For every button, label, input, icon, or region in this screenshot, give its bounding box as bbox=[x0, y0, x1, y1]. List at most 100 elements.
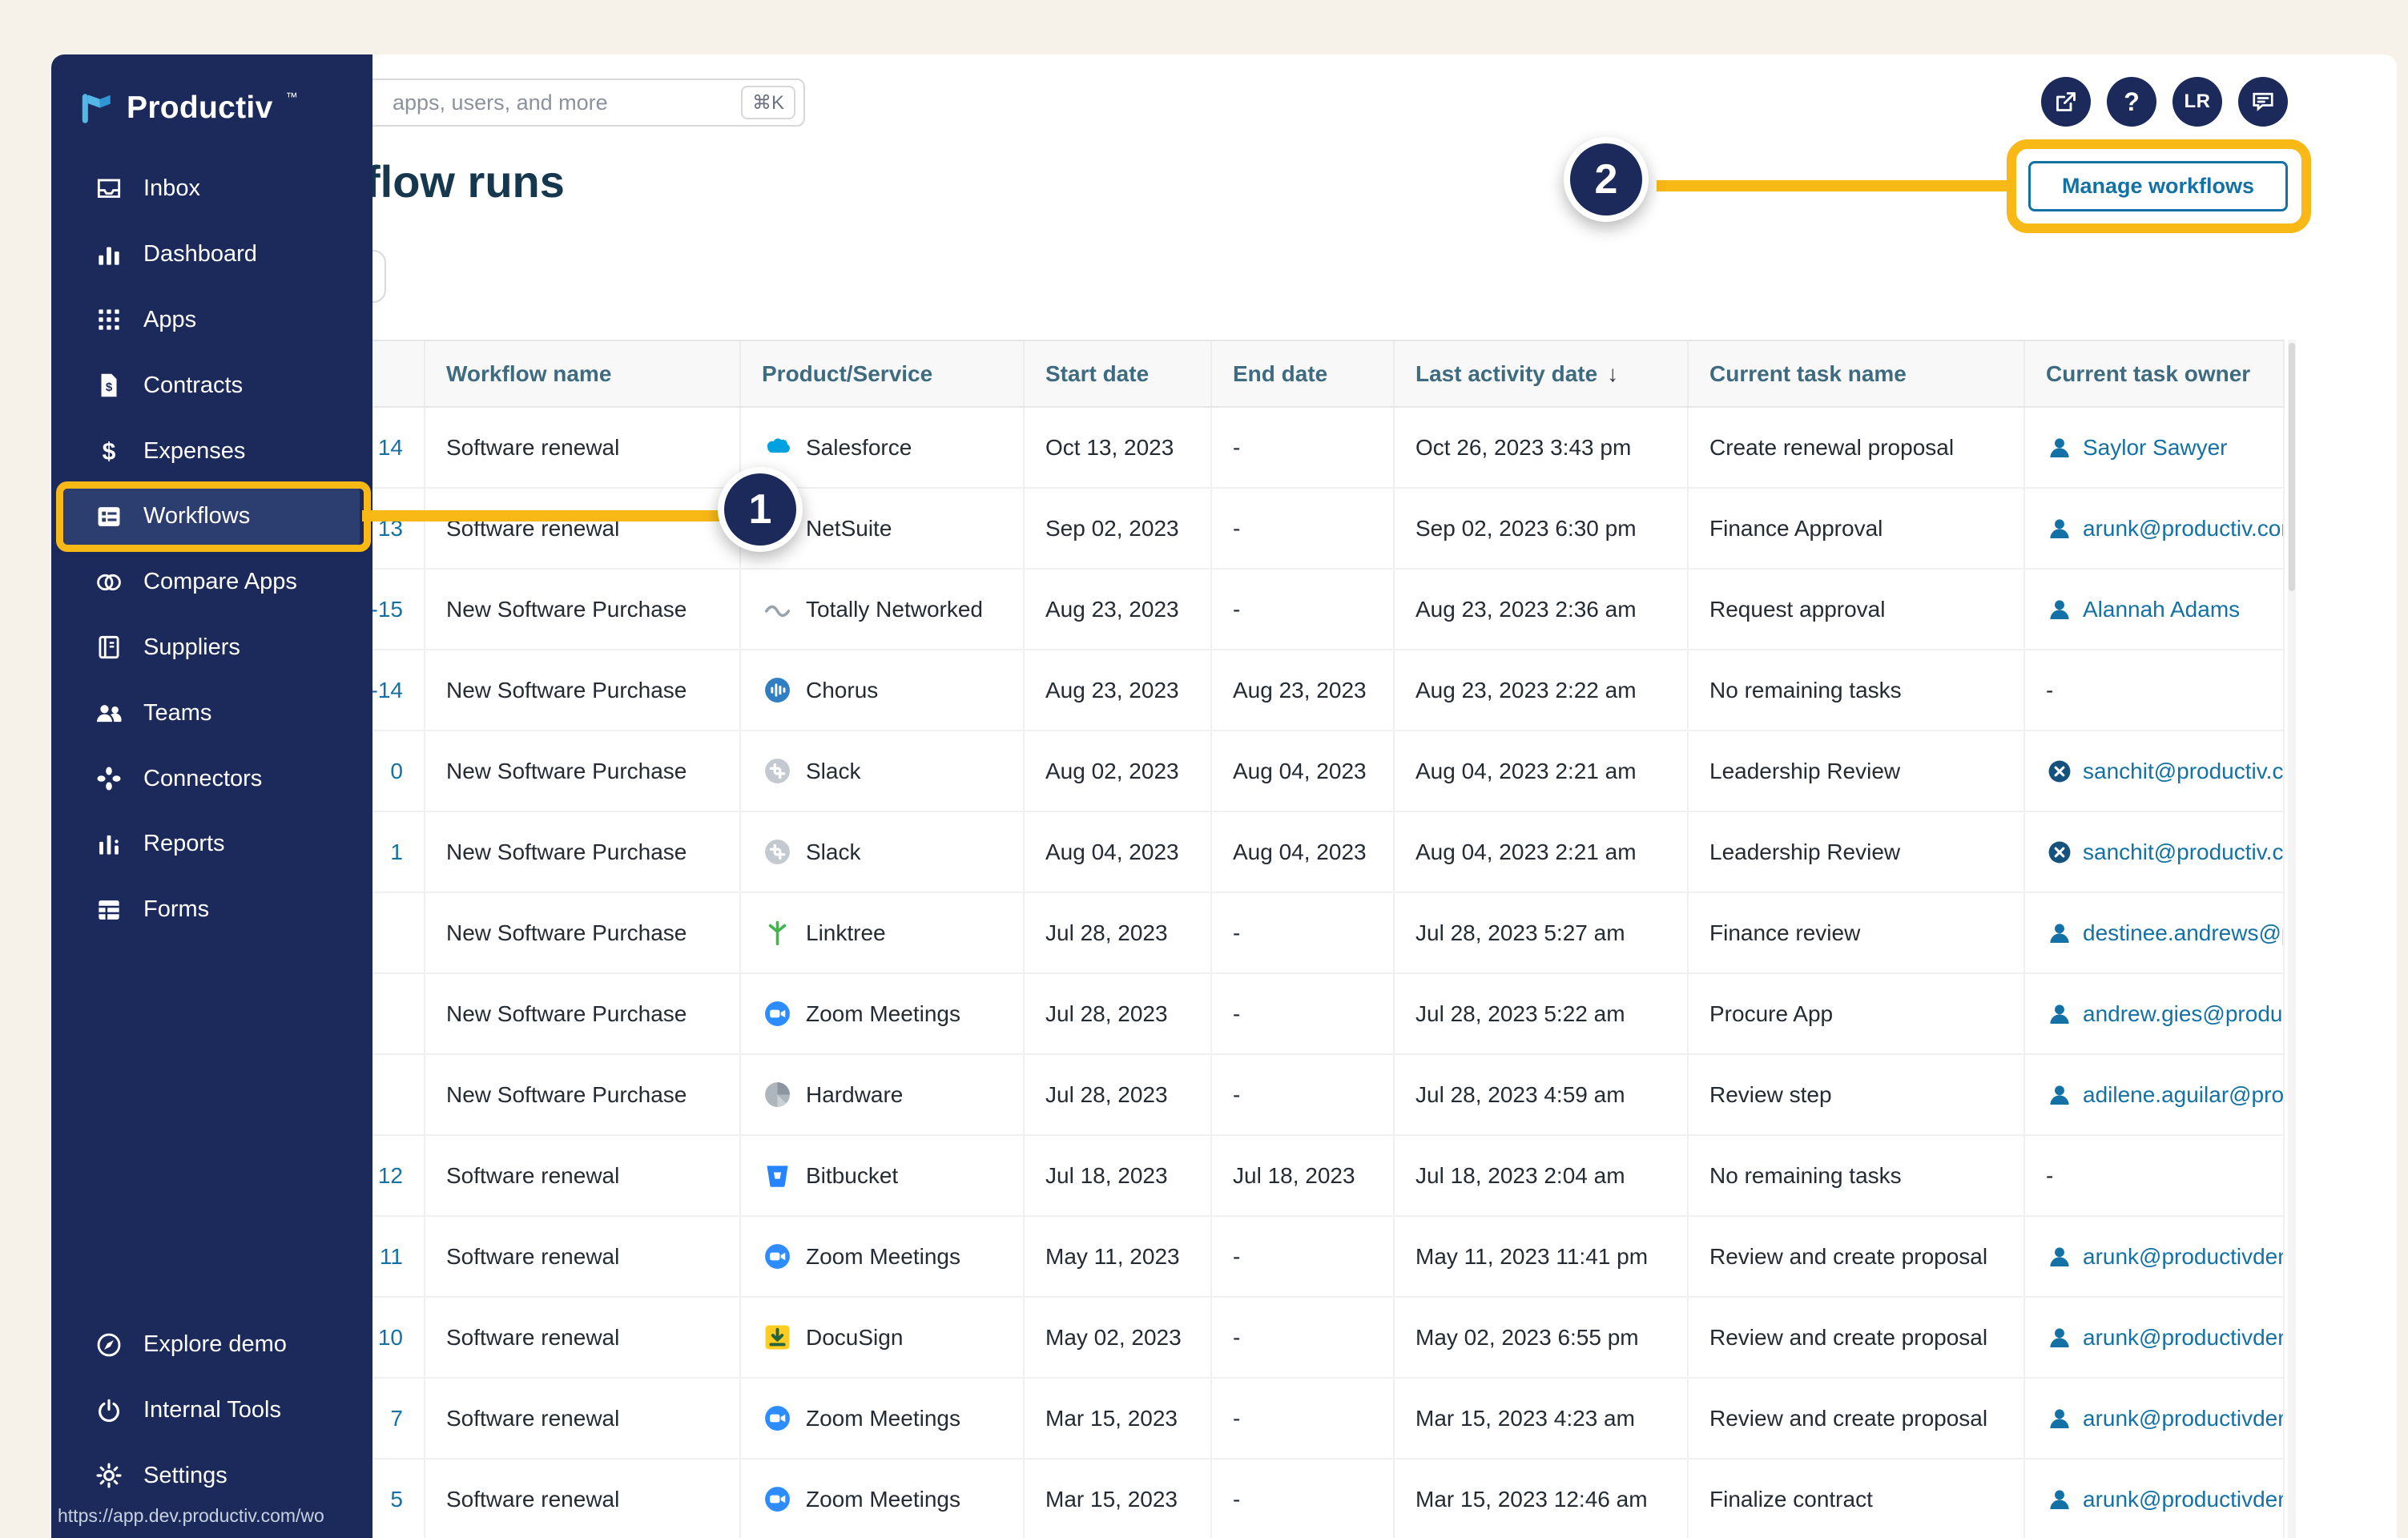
brand-logo[interactable]: Productiv ™ bbox=[75, 88, 298, 128]
sidebar-item-apps[interactable]: Apps bbox=[51, 288, 372, 353]
owner-link[interactable]: sanchit@productiv.cc bbox=[2083, 839, 2285, 865]
workflow-id-link[interactable]: 10 bbox=[378, 1325, 403, 1351]
sidebar-item-settings[interactable]: Settings bbox=[51, 1443, 372, 1509]
workflow-runs-table: Workflow nameProduct/ServiceStart dateEn… bbox=[208, 340, 2285, 1538]
sidebar-item-label: Workflows bbox=[143, 503, 250, 529]
table-row[interactable]: 10Software renewalDocuSignMay 02, 2023-M… bbox=[208, 1298, 2285, 1379]
table-row[interactable]: New Software PurchaseLinktreeJul 28, 202… bbox=[208, 893, 2285, 974]
owner-link[interactable]: arunk@productivdem bbox=[2083, 1487, 2285, 1512]
last-activity-cell: Aug 04, 2023 2:21 am bbox=[1395, 812, 1689, 892]
task-name-cell-text: Review and create proposal bbox=[1709, 1244, 1987, 1270]
column-header-current-task-owner[interactable]: Current task owner bbox=[2025, 341, 2285, 406]
workflow-name-cell-text: Software renewal bbox=[446, 1244, 619, 1270]
user-avatar[interactable]: LR bbox=[2172, 77, 2222, 127]
product-cell: Linktree bbox=[741, 893, 1025, 972]
owner-link[interactable]: andrew.gies@produc bbox=[2083, 1001, 2285, 1027]
product-cell: Bitbucket bbox=[741, 1136, 1025, 1215]
sidebar-item-compare-apps[interactable]: Compare Apps bbox=[51, 550, 372, 615]
owner-link[interactable]: arunk@productiv.con bbox=[2083, 516, 2285, 542]
table-row[interactable]: 5Software renewalZoom MeetingsMar 15, 20… bbox=[208, 1459, 2285, 1538]
sidebar-item-reports[interactable]: Reports bbox=[51, 811, 372, 877]
product-name: Slack bbox=[806, 759, 860, 784]
workflow-id-link[interactable]: 5 bbox=[390, 1487, 403, 1512]
table-row[interactable]: 1New Software PurchaseSlackAug 04, 2023A… bbox=[208, 812, 2285, 893]
product-cell: Zoom Meetings bbox=[741, 974, 1025, 1053]
owner-link[interactable]: arunk@productivdem bbox=[2083, 1406, 2285, 1431]
sidebar-item-explore-demo[interactable]: Explore demo bbox=[51, 1312, 372, 1378]
column-header-current-task-name[interactable]: Current task name bbox=[1689, 341, 2025, 406]
column-header-workflow-name[interactable]: Workflow name bbox=[425, 341, 741, 406]
workflow-id-link[interactable]: -14 bbox=[371, 678, 403, 703]
start-date-cell-text: Aug 23, 2023 bbox=[1045, 678, 1179, 703]
x-circle-icon bbox=[2046, 839, 2073, 866]
table-row[interactable]: 12Software renewalBitbucketJul 18, 2023J… bbox=[208, 1136, 2285, 1217]
last-activity-cell: Jul 28, 2023 5:27 am bbox=[1395, 893, 1689, 972]
sidebar-item-expenses[interactable]: $Expenses bbox=[51, 418, 372, 484]
sidebar-item-label: Contracts bbox=[143, 372, 243, 399]
search-input[interactable] bbox=[352, 79, 805, 127]
feedback-icon[interactable] bbox=[2238, 77, 2288, 127]
table-row[interactable]: 11Software renewalZoom MeetingsMay 11, 2… bbox=[208, 1217, 2285, 1298]
owner-link[interactable]: destinee.andrews@pr bbox=[2083, 920, 2285, 946]
owner-link[interactable]: arunk@productivdem bbox=[2083, 1244, 2285, 1270]
table-row[interactable]: 13Software renewalNNetSuiteSep 02, 2023-… bbox=[208, 489, 2285, 570]
sidebar-item-suppliers[interactable]: Suppliers bbox=[51, 615, 372, 681]
manage-workflows-button[interactable]: Manage workflows bbox=[2028, 161, 2288, 211]
task-name-cell: Finalize contract bbox=[1689, 1459, 2025, 1538]
owner-link[interactable]: arunk@productivdem bbox=[2083, 1325, 2285, 1351]
table-row[interactable]: 0New Software PurchaseSlackAug 02, 2023A… bbox=[208, 731, 2285, 812]
owner-cell: arunk@productiv.con bbox=[2025, 489, 2285, 568]
workflow-id-link[interactable]: 0 bbox=[390, 759, 403, 784]
workflow-name-cell: New Software Purchase bbox=[425, 570, 741, 649]
sidebar-item-dashboard[interactable]: Dashboard bbox=[51, 222, 372, 288]
table-row[interactable]: 7Software renewalZoom MeetingsMar 15, 20… bbox=[208, 1379, 2285, 1459]
workflow-name-cell: New Software Purchase bbox=[425, 1055, 741, 1134]
column-header-product-service[interactable]: Product/Service bbox=[741, 341, 1025, 406]
end-date-cell: - bbox=[1212, 1298, 1395, 1377]
last-activity-cell-text: Sep 02, 2023 6:30 pm bbox=[1415, 516, 1637, 542]
sidebar-item-teams[interactable]: Teams bbox=[51, 680, 372, 746]
table-scrollbar-thumb[interactable] bbox=[2289, 343, 2295, 591]
owner-cell: sanchit@productiv.cc bbox=[2025, 812, 2285, 892]
person-icon bbox=[2046, 1081, 2073, 1109]
workflow-id-link[interactable]: 12 bbox=[378, 1163, 403, 1189]
help-icon[interactable]: ? bbox=[2107, 77, 2156, 127]
workflow-id-link[interactable]: -15 bbox=[371, 597, 403, 622]
owner-link[interactable]: Saylor Sawyer bbox=[2083, 435, 2228, 461]
column-header-end-date[interactable]: End date bbox=[1212, 341, 1395, 406]
share-icon[interactable] bbox=[2041, 77, 2091, 127]
workflow-id-link[interactable]: 11 bbox=[380, 1244, 403, 1270]
last-activity-cell-text: May 02, 2023 6:55 pm bbox=[1415, 1325, 1639, 1351]
product-name: Zoom Meetings bbox=[806, 1487, 960, 1512]
docusign-icon bbox=[762, 1322, 793, 1353]
column-header-start-date[interactable]: Start date bbox=[1025, 341, 1212, 406]
sidebar-item-connectors[interactable]: Connectors bbox=[51, 746, 372, 811]
workflow-id-link[interactable]: 7 bbox=[390, 1406, 403, 1431]
table-row[interactable]: 14Software renewalSalesforceOct 13, 2023… bbox=[208, 408, 2285, 489]
last-activity-cell: Mar 15, 2023 12:46 am bbox=[1395, 1459, 1689, 1538]
end-date-cell: - bbox=[1212, 1379, 1395, 1458]
owner-link[interactable]: adilene.aguilar@prod bbox=[2083, 1082, 2285, 1108]
column-header-last-activity-date[interactable]: Last activity date↓ bbox=[1395, 341, 1689, 406]
table-row[interactable]: New Software PurchaseZoom MeetingsJul 28… bbox=[208, 974, 2285, 1055]
product-name: Zoom Meetings bbox=[806, 1244, 960, 1270]
table-row[interactable]: -14New Software PurchaseChorusAug 23, 20… bbox=[208, 650, 2285, 731]
owner-link[interactable]: sanchit@productiv.cc bbox=[2083, 759, 2285, 784]
workflow-id-link[interactable]: 14 bbox=[378, 435, 403, 461]
table-scrollbar[interactable] bbox=[2288, 340, 2296, 1538]
product-name: DocuSign bbox=[806, 1325, 903, 1351]
connectors-icon bbox=[94, 763, 124, 794]
search-shortcut-badge: ⌘K bbox=[741, 86, 795, 119]
sidebar-item-inbox[interactable]: Inbox bbox=[51, 156, 372, 222]
product-name: Hardware bbox=[806, 1082, 903, 1108]
sidebar-item-workflows[interactable]: Workflows bbox=[64, 484, 360, 550]
owner-link[interactable]: Alannah Adams bbox=[2083, 597, 2240, 622]
table-row[interactable]: -15New Software PurchaseTotally Networke… bbox=[208, 570, 2285, 650]
table-row[interactable]: New Software PurchaseHardwareJul 28, 202… bbox=[208, 1055, 2285, 1136]
workflow-name-cell: New Software Purchase bbox=[425, 974, 741, 1053]
sidebar-item-internal-tools[interactable]: Internal Tools bbox=[51, 1378, 372, 1443]
workflow-id-link[interactable]: 1 bbox=[390, 839, 403, 865]
sidebar-item-contracts[interactable]: $Contracts bbox=[51, 352, 372, 418]
workflow-id-link[interactable]: 13 bbox=[378, 516, 403, 542]
sidebar-item-forms[interactable]: Forms bbox=[51, 877, 372, 943]
